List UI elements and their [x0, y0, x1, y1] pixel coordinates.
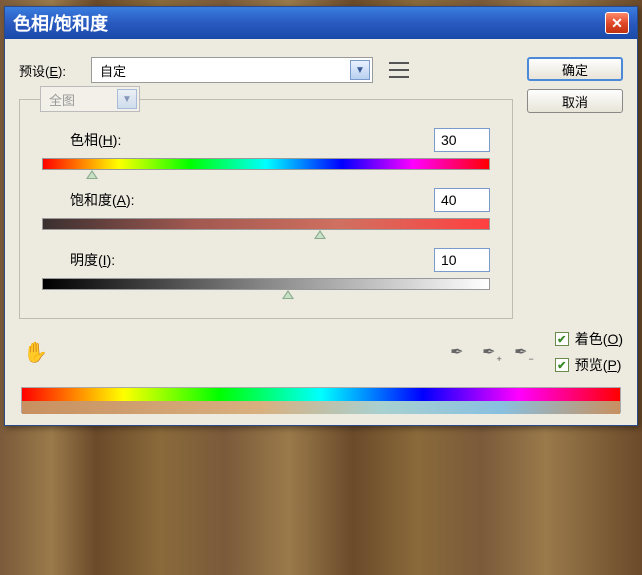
titlebar[interactable]: 色相/饱和度 ✕ — [5, 7, 637, 39]
lightness-label: 明度(I): — [70, 250, 115, 270]
channel-select[interactable]: 全图 ▼ — [40, 86, 140, 112]
eyedropper-subtract-icon[interactable]: ✒− — [511, 342, 531, 362]
saturation-slider[interactable] — [42, 218, 490, 230]
saturation-group: 饱和度(A): 40 — [38, 188, 494, 230]
adjust-panel: 全图 ▼ 色相(H): 30 饱和度(A — [19, 99, 513, 319]
checkmark-icon: ✔ — [555, 358, 569, 372]
chevron-down-icon: ▼ — [350, 60, 370, 80]
lightness-slider[interactable] — [42, 278, 490, 290]
hue-input[interactable]: 30 — [434, 128, 490, 152]
lightness-thumb[interactable] — [282, 290, 294, 299]
preset-select[interactable]: 自定 ▼ — [91, 57, 373, 83]
hue-label: 色相(H): — [70, 130, 121, 150]
close-icon: ✕ — [611, 15, 623, 32]
cancel-button[interactable]: 取消 — [527, 89, 623, 113]
ok-button[interactable]: 确定 — [527, 57, 623, 81]
preset-label: 预设(E): — [19, 61, 81, 80]
dialog-body: 预设(E): 自定 ▼ 全图 ▼ — [5, 39, 637, 425]
hue-group: 色相(H): 30 — [38, 128, 494, 170]
eyedropper-icon[interactable]: ✒ — [447, 342, 467, 362]
close-button[interactable]: ✕ — [605, 12, 629, 34]
saturation-thumb[interactable] — [314, 230, 326, 239]
tools-row: ✋ ✒ ✒+ ✒− ✔ 着色(O) ✔ 预览(P) — [19, 329, 623, 375]
lightness-input[interactable]: 10 — [434, 248, 490, 272]
saturation-input[interactable]: 40 — [434, 188, 490, 212]
saturation-label: 饱和度(A): — [70, 190, 135, 210]
lightness-group: 明度(I): 10 — [38, 248, 494, 290]
color-ramp — [21, 387, 621, 413]
spectrum-output — [22, 401, 620, 414]
eyedropper-add-icon[interactable]: ✒+ — [479, 342, 499, 362]
hue-thumb[interactable] — [86, 170, 98, 179]
hue-saturation-dialog: 色相/饱和度 ✕ 预设(E): 自定 ▼ 全图 — [4, 6, 638, 426]
eyedropper-group: ✒ ✒+ ✒− — [447, 342, 531, 362]
window-title: 色相/饱和度 — [13, 10, 108, 36]
colorize-label: 着色(O) — [575, 329, 623, 349]
checkmark-icon: ✔ — [555, 332, 569, 346]
preset-menu-icon[interactable] — [389, 62, 409, 78]
preset-row: 预设(E): 自定 ▼ — [19, 57, 513, 83]
hue-slider[interactable] — [42, 158, 490, 170]
colorize-checkbox[interactable]: ✔ 着色(O) — [555, 329, 623, 349]
spectrum-input — [22, 388, 620, 401]
preview-checkbox[interactable]: ✔ 预览(P) — [555, 355, 623, 375]
channel-value: 全图 — [49, 90, 75, 109]
chevron-down-icon: ▼ — [117, 89, 137, 109]
preview-label: 预览(P) — [575, 355, 622, 375]
button-column: 确定 取消 — [527, 57, 623, 121]
hand-tool-icon[interactable]: ✋ — [19, 336, 52, 369]
preset-value: 自定 — [100, 61, 126, 80]
checkbox-group: ✔ 着色(O) ✔ 预览(P) — [555, 329, 623, 375]
